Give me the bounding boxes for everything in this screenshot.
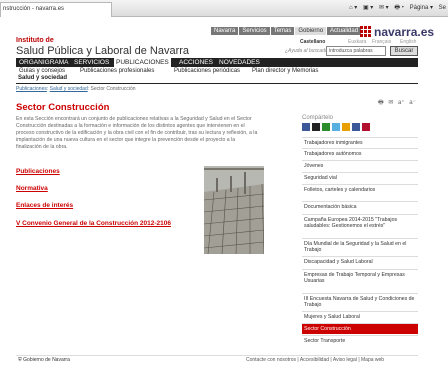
lang-castellano: Castellano — [300, 39, 326, 45]
sidebar-item-dia-mundial[interactable]: Día Mundial de la Seguridad y la Salud e… — [302, 238, 418, 254]
nav-divider — [16, 83, 418, 84]
share-icons — [302, 123, 418, 133]
top-nav-navarra[interactable]: Navarra — [211, 27, 239, 35]
breadcrumb-separator: : — [46, 86, 49, 92]
delicious-icon[interactable] — [302, 123, 310, 131]
search-button[interactable]: Buscar — [390, 46, 418, 56]
safety-menu[interactable]: Se — [439, 5, 446, 11]
share-label: Compártelo — [302, 115, 334, 121]
link-normativa[interactable]: Normativa — [16, 185, 48, 192]
page-title: Sector Construcción — [16, 102, 110, 113]
breadcrumb-publicaciones[interactable]: Publicaciones — [16, 86, 47, 92]
site-name-line2[interactable]: Salud Pública y Laboral de Navarra — [16, 45, 189, 57]
site-name-line1: Instituto de — [16, 37, 54, 44]
google-icon[interactable] — [342, 123, 350, 131]
link-enlaces[interactable]: Enlaces de interés — [16, 202, 73, 209]
footer-link-contacto[interactable]: Contacte con nosotros — [246, 357, 296, 363]
lang-english[interactable]: English — [400, 39, 416, 45]
search-input[interactable] — [326, 46, 386, 56]
sidebar-item-sector-transporte[interactable]: Sector Transporte — [302, 335, 418, 346]
top-nav: Navarra Servicios Temas Gobierno Actualidad — [210, 27, 362, 35]
meneame-icon[interactable] — [322, 123, 330, 131]
subnav-guias[interactable]: Guías y consejos — [19, 68, 65, 74]
gobierno-shield-icon: ⛨ — [18, 357, 22, 363]
browser-tab[interactable]: nstrucción - navarra.es — [0, 2, 112, 17]
page-tools: 🖶 ✉ a⁺ a⁻ — [375, 98, 416, 108]
footer-link-accesibilidad[interactable]: Accesibilidad — [300, 357, 329, 363]
sidebar-item-jovenes[interactable]: Jóvenes — [302, 160, 418, 171]
subnav-salud-sociedad[interactable]: Salud y sociedad — [18, 75, 67, 81]
nav-servicios[interactable]: SERVICIOS — [74, 58, 109, 67]
breadcrumb-salud-sociedad[interactable]: Salud y sociedad — [50, 86, 88, 92]
browser-toolbar: nstrucción - navarra.es ⌂ ▾ ▣ ▾ ✉ ▾ 🖶 ▾ … — [0, 0, 448, 17]
top-nav-servicios[interactable]: Servicios — [239, 27, 270, 35]
nav-acciones[interactable]: ACCIONES — [179, 58, 213, 67]
browser-tools: ⌂ ▾ ▣ ▾ ✉ ▾ 🖶 ▾ Página ▾ Se — [345, 3, 446, 13]
link-publicaciones[interactable]: Publicaciones — [16, 168, 60, 175]
subnav-periodicas[interactable]: Publicaciones periódicas — [174, 68, 240, 74]
lang-francais[interactable]: Français — [372, 39, 391, 45]
subnav-plan-director[interactable]: Plan director y Memorias — [252, 68, 318, 74]
footer-links: Contacte con nosotros | Accesibilidad | … — [246, 357, 384, 363]
breadcrumb-separator: : — [87, 86, 90, 92]
nav-publicaciones[interactable]: PUBLICACIONES — [114, 58, 171, 67]
sidebar-item-inmigrantes[interactable]: Trabajadores inmigrantes — [302, 137, 418, 148]
sidebar-item-documentacion[interactable]: Documentación básica — [302, 201, 418, 212]
print-page-icon[interactable]: 🖶 — [378, 100, 384, 106]
mail-icon[interactable]: ✉ ▾ — [379, 5, 389, 11]
footer-divider — [16, 355, 418, 356]
link-v-convenio[interactable]: V Convenio General de la Construcción 20… — [16, 220, 176, 228]
yahoo-icon[interactable] — [362, 123, 370, 131]
main-nav: ORGANIGRAMA SERVICIOS PUBLICACIONES ACCI… — [16, 58, 418, 67]
font-increase-icon[interactable]: a⁺ — [398, 100, 405, 106]
site-logo[interactable]: navarra.es — [374, 25, 434, 39]
font-decrease-icon[interactable]: a⁻ — [409, 100, 416, 106]
facebook-icon[interactable] — [352, 123, 360, 131]
top-nav-temas[interactable]: Temas — [270, 27, 295, 35]
sidebar-item-discapacidad[interactable]: Discapacidad y Salud Laboral — [302, 256, 418, 267]
sidebar-item-ett[interactable]: Empresas de Trabajo Temporal y Empresas … — [302, 269, 418, 291]
subnav-profesionales[interactable]: Publicaciones profesionales — [80, 68, 154, 74]
email-page-icon[interactable]: ✉ — [388, 100, 393, 106]
sidebar-item-sector-construccion[interactable]: Sector Construcción — [302, 323, 418, 334]
nav-organigrama[interactable]: ORGANIGRAMA — [19, 58, 68, 67]
nav-novedades[interactable]: NOVEDADES — [219, 58, 260, 67]
top-nav-gobierno[interactable]: Gobierno — [295, 27, 327, 35]
breadcrumb: Publicaciones: Salud y sociedad: Sector … — [16, 86, 136, 92]
lang-euskara[interactable]: Euskara — [348, 39, 366, 45]
page-menu[interactable]: Página ▾ — [410, 5, 433, 11]
sidebar-item-encuesta[interactable]: III Encuesta Navarra de Salud y Condicio… — [302, 293, 418, 309]
construction-photo — [204, 166, 264, 254]
technorati-icon[interactable] — [332, 123, 340, 131]
footer-logo[interactable]: ⛨ Gobierno de Navarra — [18, 357, 70, 363]
navarra-logo-icon — [360, 26, 372, 37]
sidebar-item-mujeres[interactable]: Mujeres y Salud Laboral — [302, 311, 418, 322]
footer-link-aviso-legal[interactable]: Aviso legal — [333, 357, 357, 363]
home-icon[interactable]: ⌂ ▾ — [349, 5, 357, 11]
digg-icon[interactable] — [312, 123, 320, 131]
sidebar-item-autonomos[interactable]: Trabajadores autónomos — [302, 148, 418, 159]
sidebar-item-seguridad-vial[interactable]: Seguridad vial — [302, 172, 418, 183]
top-nav-actualidad[interactable]: Actualidad — [327, 27, 362, 35]
sidebar-item-folletos[interactable]: Folletos, carteles y calendarios — [302, 184, 418, 200]
intro-text: En esta Sección encontrará un conjunto d… — [16, 116, 258, 150]
print-icon[interactable]: 🖶 ▾ — [394, 5, 404, 11]
sidebar-item-campana-europea[interactable]: Campaña Europea 2014-2015 "Trabajos salu… — [302, 214, 418, 236]
footer-logo-text: Gobierno de Navarra — [23, 357, 70, 363]
breadcrumb-current: Sector Construcción — [90, 86, 136, 92]
footer-link-mapa-web[interactable]: Mapa web — [361, 357, 384, 363]
feeds-icon[interactable]: ▣ ▾ — [363, 5, 373, 11]
